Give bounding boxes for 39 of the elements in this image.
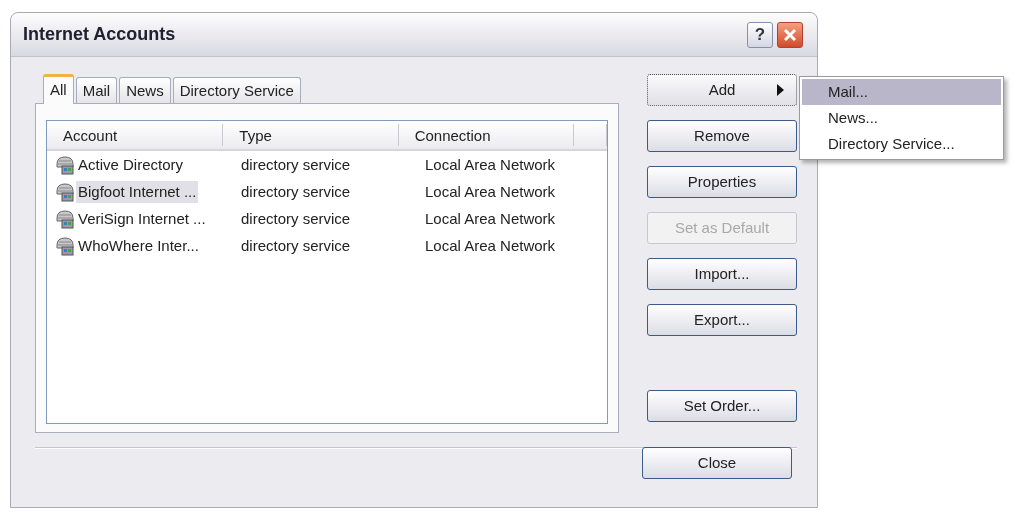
server-icon (55, 181, 75, 202)
tab[interactable]: News (119, 77, 171, 103)
dialog-button[interactable]: Export... (647, 304, 797, 336)
account-type: directory service (240, 154, 352, 175)
dialog-button[interactable]: Import... (647, 258, 797, 290)
help-button[interactable]: ? (747, 21, 773, 48)
close-button[interactable]: Close (642, 447, 792, 479)
account-connection: Local Area Network (424, 154, 556, 175)
column-header[interactable]: Type (223, 124, 399, 146)
server-icon (55, 235, 75, 256)
account-name[interactable]: Active Directory (76, 153, 186, 176)
column-header[interactable]: Account (47, 124, 224, 146)
dialog-button: Set as Default (647, 212, 797, 244)
dialog-button[interactable]: Remove (647, 120, 797, 152)
account-type: directory service (240, 208, 352, 229)
account-connection: Local Area Network (424, 208, 556, 229)
window-title: Internet Accounts (23, 23, 176, 46)
menu-item[interactable]: News... (802, 105, 1001, 131)
close-button[interactable] (777, 21, 803, 48)
tab[interactable]: Mail (75, 77, 118, 103)
account-type: directory service (240, 235, 352, 256)
account-name[interactable]: WhoWhere Inter... (76, 234, 201, 257)
dialog-button[interactable]: Add (647, 74, 797, 106)
close-icon (783, 27, 797, 42)
submenu-arrow-icon (777, 84, 784, 96)
account-connection: Local Area Network (424, 235, 556, 256)
server-icon (55, 208, 75, 229)
account-connection: Local Area Network (424, 181, 556, 202)
tab[interactable]: Directory Service (172, 77, 301, 103)
account-name[interactable]: VeriSign Internet ... (76, 207, 208, 230)
dialog-button[interactable]: Set Order... (647, 390, 797, 422)
menu-item[interactable]: Directory Service... (802, 131, 1001, 157)
tab[interactable]: All (43, 74, 74, 104)
column-header[interactable]: Connection (398, 124, 574, 146)
account-type: directory service (240, 181, 352, 202)
account-name[interactable]: Bigfoot Internet ... (76, 180, 199, 203)
dialog-button[interactable]: Properties (647, 166, 797, 198)
server-icon (55, 154, 75, 175)
menu-item[interactable]: Mail... (802, 79, 1001, 105)
